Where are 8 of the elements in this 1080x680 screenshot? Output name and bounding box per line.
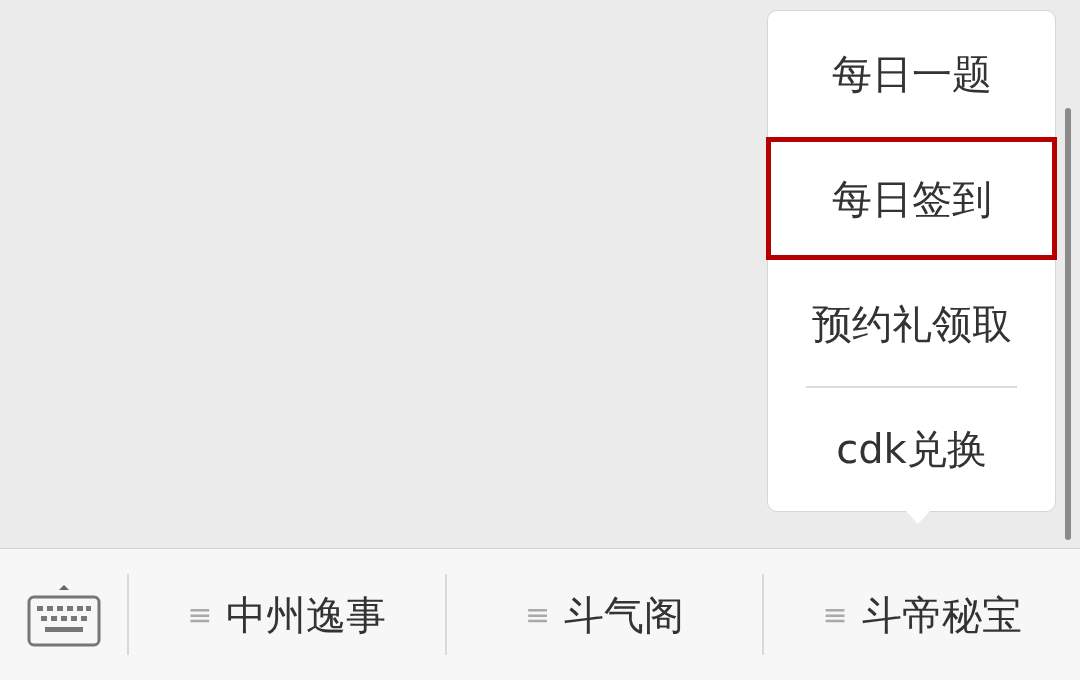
menu-tab[interactable]: ≡ 斗帝秘宝 <box>822 584 1022 645</box>
scrollbar[interactable] <box>1065 108 1071 540</box>
menu-item[interactable]: cdk兑换 <box>768 386 1055 511</box>
menu-item[interactable]: 每日一题 <box>768 11 1055 136</box>
menu-tab[interactable]: ≡ 中州逸事 <box>187 584 387 645</box>
menu-item[interactable]: 每日签到 <box>765 136 1058 261</box>
menu-tab[interactable]: ≡ 斗气阁 <box>524 584 685 645</box>
menu-item[interactable]: 预约礼领取 <box>768 261 1055 386</box>
